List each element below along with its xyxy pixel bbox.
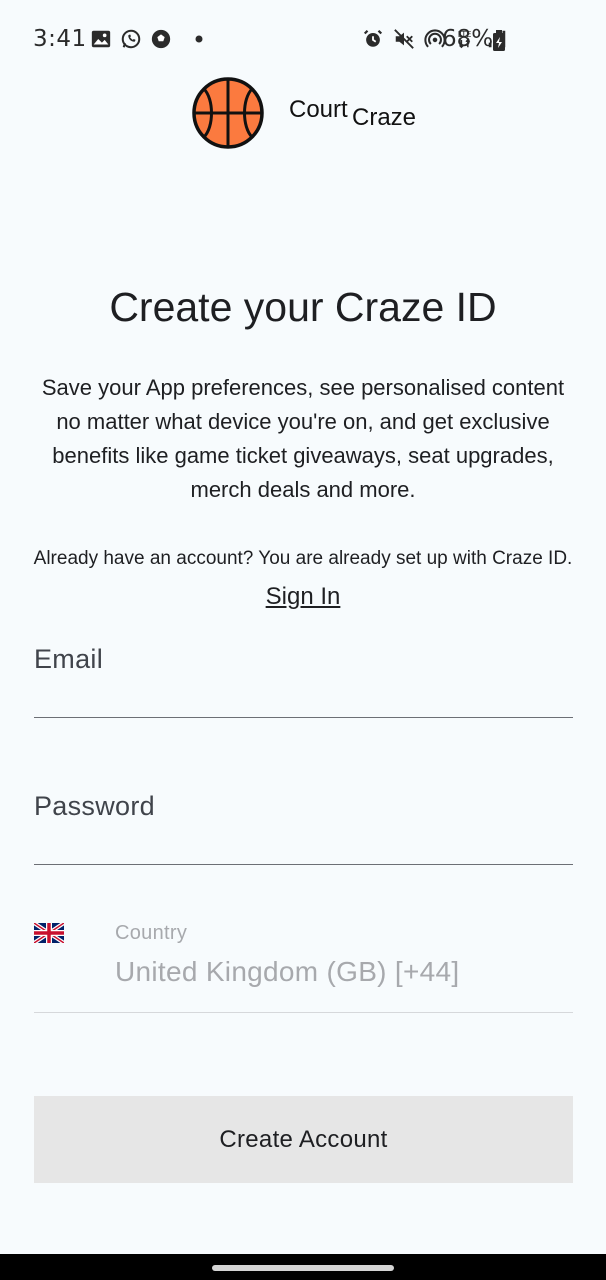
navigation-bar xyxy=(0,1254,606,1280)
uk-flag-icon xyxy=(34,923,64,943)
brand-name-court: Court xyxy=(289,96,348,123)
battery-icon xyxy=(493,30,505,51)
basketball-icon xyxy=(192,77,264,149)
signin-prompt: Already have an account? You are already… xyxy=(30,540,576,618)
country-picker[interactable]: Country United Kingdom (GB) [+44] xyxy=(34,914,573,1013)
dot-icon xyxy=(195,35,203,43)
whatsapp-icon xyxy=(121,29,141,49)
image-icon xyxy=(91,30,111,48)
page-title: Create your Craze ID xyxy=(109,284,497,330)
email-field[interactable]: Email xyxy=(34,630,573,718)
password-label: Password xyxy=(34,791,155,821)
notification-icons xyxy=(90,28,204,50)
battery-percentage: 68% xyxy=(442,26,494,52)
status-bar: 3:41 LTE 68% xyxy=(0,0,606,78)
mute-icon xyxy=(394,29,414,49)
home-gesture-handle[interactable] xyxy=(212,1265,394,1271)
password-field[interactable]: Password xyxy=(34,778,573,865)
sign-in-link[interactable]: Sign In xyxy=(266,583,341,610)
page-description: Save your App preferences, see personali… xyxy=(41,375,565,502)
country-label: Country xyxy=(115,922,188,944)
country-value: United Kingdom (GB) [+44] xyxy=(115,956,460,987)
soccer-ball-icon xyxy=(151,29,171,49)
brand-name-craze: Craze xyxy=(352,104,417,131)
create-account-button[interactable]: Create Account xyxy=(34,1096,573,1183)
email-label: Email xyxy=(34,644,104,674)
alarm-icon xyxy=(363,29,383,47)
status-time: 3:41 xyxy=(33,26,87,52)
signin-prompt-text: Already have an account? You are already… xyxy=(33,548,573,569)
